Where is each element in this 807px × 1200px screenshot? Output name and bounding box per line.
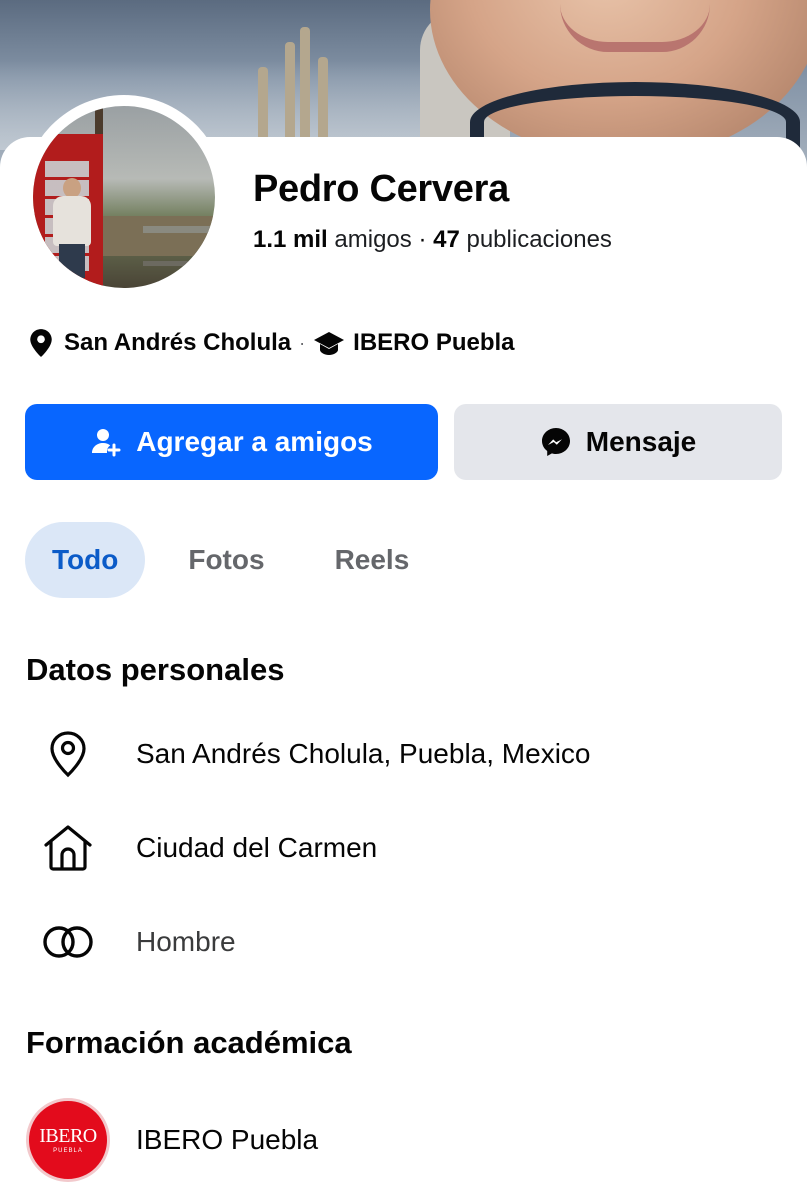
gender-icon bbox=[40, 914, 96, 970]
avatar-person-legs bbox=[59, 244, 85, 278]
stats-separator: · bbox=[418, 226, 427, 253]
messenger-icon bbox=[540, 426, 586, 458]
detail-gender-text: Hombre bbox=[136, 926, 236, 957]
add-friend-label: Agregar a amigos bbox=[136, 426, 373, 457]
profile-meta: San Andrés Cholula · IBERO Puebla bbox=[28, 326, 515, 360]
friends-label[interactable]: amigos bbox=[334, 226, 411, 253]
meta-school[interactable]: IBERO Puebla bbox=[353, 329, 514, 357]
tab-todo[interactable]: Todo bbox=[25, 522, 146, 598]
posts-label: publicaciones bbox=[466, 226, 612, 253]
detail-row-location: San Andrés Cholula, Puebla, Mexico bbox=[0, 724, 807, 784]
tab-reels[interactable]: Reels bbox=[308, 522, 437, 598]
cover-tower bbox=[285, 42, 295, 137]
cover-tower bbox=[258, 67, 268, 137]
detail-hometown-text: Ciudad del Carmen bbox=[136, 832, 378, 863]
meta-location[interactable]: San Andrés Cholula bbox=[64, 329, 291, 357]
friends-count[interactable]: 1.1 mil bbox=[253, 226, 328, 253]
cover-tower bbox=[318, 57, 328, 137]
detail-row-hometown: Ciudad del Carmen bbox=[0, 818, 807, 878]
posts-count: 47 bbox=[433, 226, 460, 253]
avatar[interactable] bbox=[33, 106, 215, 288]
education-row[interactable]: IBERO Puebla bbox=[0, 1110, 807, 1170]
location-pin-icon bbox=[28, 328, 54, 358]
cover-tower bbox=[300, 27, 310, 137]
tab-fotos[interactable]: Fotos bbox=[161, 522, 291, 598]
personal-details-title: Datos personales bbox=[26, 652, 285, 687]
profile-tabs: Todo Fotos Reels bbox=[25, 522, 452, 598]
avatar-person-coat bbox=[53, 196, 91, 246]
education-school-text[interactable]: IBERO Puebla bbox=[136, 1124, 318, 1156]
add-friend-icon bbox=[90, 426, 136, 458]
home-icon bbox=[40, 820, 96, 876]
avatar-bench bbox=[143, 226, 215, 266]
message-button[interactable]: Mensaje bbox=[454, 404, 782, 480]
graduation-cap-icon bbox=[313, 329, 345, 357]
detail-location-text: San Andrés Cholula, Puebla, Mexico bbox=[136, 738, 591, 769]
meta-separator: · bbox=[299, 332, 306, 353]
profile-stats: 1.1 mil amigos · 47 publicaciones bbox=[253, 226, 612, 254]
detail-row-gender: Hombre bbox=[0, 912, 807, 972]
add-friend-button[interactable]: Agregar a amigos bbox=[25, 404, 438, 480]
avatar-person bbox=[51, 178, 93, 278]
message-label: Mensaje bbox=[585, 426, 697, 457]
profile-name: Pedro Cervera bbox=[253, 168, 509, 210]
education-title: Formación académica bbox=[26, 1025, 352, 1060]
location-pin-icon bbox=[40, 726, 96, 782]
avatar-person-head bbox=[63, 178, 81, 198]
